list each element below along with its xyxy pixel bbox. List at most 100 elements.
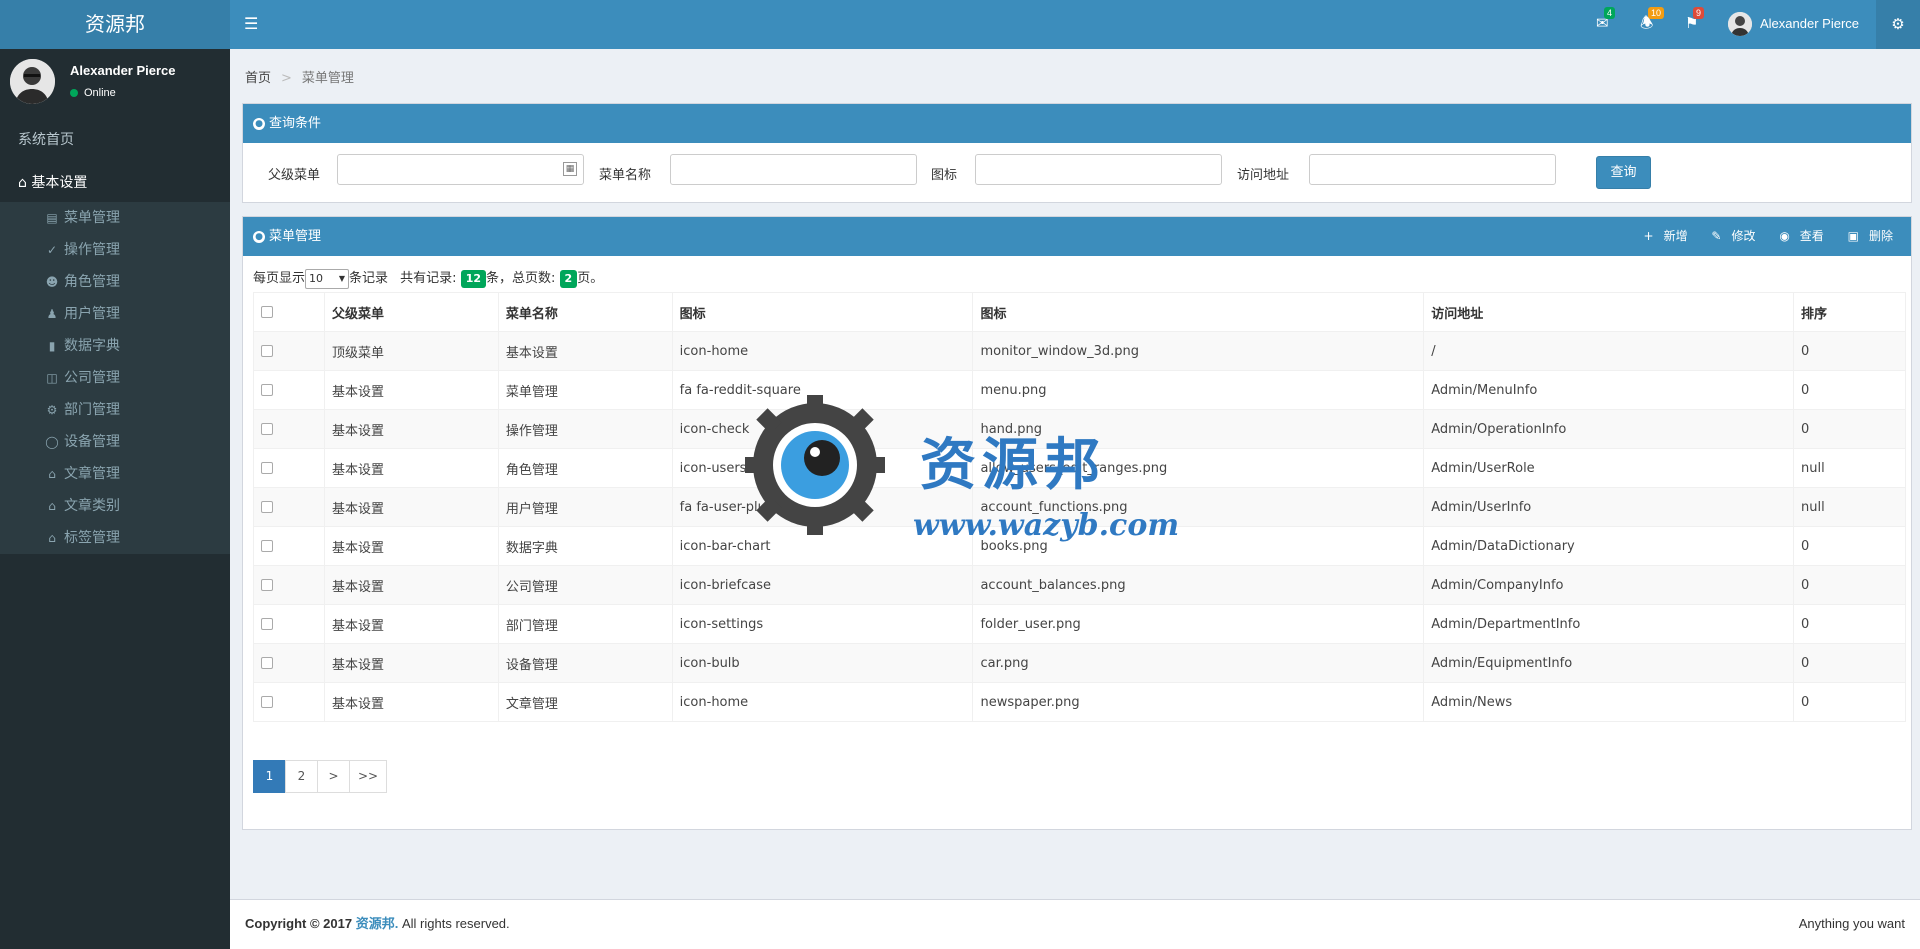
- table-cell: 0: [1793, 604, 1906, 644]
- table-cell: Admin/UserInfo: [1423, 487, 1795, 527]
- sidebar-item-data-dictionary[interactable]: ▮ 数据字典: [0, 330, 230, 362]
- icon-input[interactable]: [975, 154, 1222, 185]
- sidebar-user-status[interactable]: Online: [70, 87, 116, 99]
- table-cell: Admin/DataDictionary: [1423, 526, 1795, 566]
- row-checkbox[interactable]: [261, 462, 273, 474]
- add-button[interactable]: + 新增: [1634, 229, 1688, 243]
- notifications-menu[interactable]: 🕭 10: [1640, 7, 1665, 32]
- select-all-cell: [253, 292, 325, 332]
- column-header[interactable]: 父级菜单: [323, 292, 499, 332]
- url-input[interactable]: [1309, 154, 1556, 185]
- tasks-menu[interactable]: ⚑ 9: [1685, 7, 1705, 32]
- user-menu[interactable]: Alexander Pierce: [1728, 12, 1859, 36]
- calendar-icon[interactable]: ▦: [563, 162, 577, 176]
- breadcrumb-home[interactable]: 首页: [245, 71, 271, 86]
- sidebar-item-department-management[interactable]: ⚙ 部门管理: [0, 394, 230, 426]
- table-cell: 0: [1793, 565, 1906, 605]
- sidebar-item-user-management[interactable]: ♟ 用户管理: [0, 298, 230, 330]
- column-header[interactable]: 图标: [671, 292, 974, 332]
- table-row[interactable]: 顶级菜单 基本设置 icon-home monitor_window_3d.png/0: [253, 331, 1906, 371]
- per-page-select[interactable]: 10 ▼: [305, 268, 350, 289]
- column-header[interactable]: 访问地址: [1423, 292, 1795, 332]
- table-row[interactable]: 基本设置 角色管理 icon-users allow_users_edit_range…: [253, 448, 1906, 488]
- sidebar-item-basic-settings[interactable]: ⌂ 基本设置: [0, 163, 230, 203]
- user-panel: Alexander Pierce Online: [0, 49, 230, 119]
- table-cell: Admin/DepartmentInfo: [1423, 604, 1795, 644]
- menu-list-title: 菜单管理: [269, 229, 322, 244]
- edit-button[interactable]: ✎ 修改: [1701, 229, 1755, 243]
- table-cell: 公司管理: [497, 565, 673, 605]
- sidebar-toggle-icon[interactable]: ☰: [244, 15, 258, 33]
- row-checkbox[interactable]: [261, 657, 273, 669]
- table-row[interactable]: 基本设置 部门管理 icon-settings folder_user.png Admi…: [253, 604, 1906, 644]
- sidebar-item-home[interactable]: 系统首页: [0, 120, 230, 160]
- column-header[interactable]: 菜单名称: [497, 292, 673, 332]
- column-header[interactable]: 排序: [1793, 292, 1906, 332]
- row-checkbox[interactable]: [261, 618, 273, 630]
- row-select-cell: [253, 604, 325, 644]
- table-cell: icon-home: [671, 682, 974, 722]
- sidebar-item-role-management[interactable]: ☻ 角色管理: [0, 266, 230, 298]
- row-checkbox[interactable]: [261, 696, 273, 708]
- app-logo[interactable]: 资源邦: [0, 0, 230, 49]
- next-page-button[interactable]: >: [317, 760, 350, 793]
- delete-button[interactable]: ▣ 删除: [1838, 229, 1893, 243]
- sidebar-item-company-management[interactable]: ◫ 公司管理: [0, 362, 230, 394]
- column-header[interactable]: 图标: [972, 292, 1425, 332]
- sidebar-item-article-category[interactable]: ⌂ 文章类别: [0, 490, 230, 522]
- table-cell: monitor_window_3d.png: [972, 331, 1425, 371]
- table-cell: 基本设置: [323, 448, 499, 488]
- table-cell: Admin/News: [1423, 682, 1795, 722]
- query-button[interactable]: 查询: [1596, 156, 1651, 189]
- row-checkbox[interactable]: [261, 384, 273, 396]
- table-row[interactable]: 基本设置 数据字典 icon-bar-chart books.png Admin/Dat…: [253, 526, 1906, 566]
- view-button[interactable]: ◉ 查看: [1769, 229, 1824, 243]
- page-2-button[interactable]: 2: [285, 760, 318, 793]
- parent-menu-input[interactable]: ▦: [337, 154, 584, 185]
- avatar: [10, 59, 55, 104]
- footer-copyright: Copyright © 2017 资源邦. All rights reserve…: [245, 900, 510, 948]
- table-header-row: 父级菜单 菜单名称 图标 图标 访问地址 排序: [253, 292, 1906, 332]
- list-icon: ▤: [46, 211, 58, 225]
- sidebar-item-article-management[interactable]: ⌂ 文章管理: [0, 458, 230, 490]
- sidebar-item-equipment-management[interactable]: ◯ 设备管理: [0, 426, 230, 458]
- table-row[interactable]: 基本设置 菜单管理 fa fa-reddit-square menu.png Admin…: [253, 370, 1906, 410]
- table-row[interactable]: 基本设置 公司管理 icon-briefcase account_balances.p…: [253, 565, 1906, 605]
- notifications-badge: 10: [1648, 7, 1665, 19]
- plus-icon: +: [1643, 229, 1654, 243]
- add-label: 新增: [1663, 229, 1688, 243]
- table-cell: 设备管理: [497, 643, 673, 683]
- menu-list-box: ● 菜单管理 + 新增 ✎ 修改 ◉ 查看 ▣ 删除 每页显示 10 ▼ 条记录 共有记录: 1…: [242, 216, 1912, 830]
- sidebar-item-menu-management[interactable]: ▤ 菜单管理: [0, 202, 230, 234]
- tasks-badge: 9: [1693, 7, 1705, 19]
- select-all-checkbox[interactable]: [261, 306, 273, 318]
- row-select-cell: [253, 331, 325, 371]
- row-checkbox[interactable]: [261, 345, 273, 357]
- row-checkbox[interactable]: [261, 423, 273, 435]
- table-row[interactable]: 基本设置 文章管理 icon-home newspaper.png Admin/News…: [253, 682, 1906, 722]
- row-checkbox[interactable]: [261, 579, 273, 591]
- table-cell: 0: [1793, 526, 1906, 566]
- row-select-cell: [253, 526, 325, 566]
- table-cell: 文章管理: [497, 682, 673, 722]
- messages-menu[interactable]: ✉ 4: [1596, 7, 1616, 32]
- menu-name-input[interactable]: [670, 154, 917, 185]
- sidebar-item-tag-management[interactable]: ⌂ 标签管理: [0, 522, 230, 554]
- table-cell: hand.png: [972, 409, 1425, 449]
- table-row[interactable]: 基本设置 用户管理 fa fa-user-plus account_functions…: [253, 487, 1906, 527]
- table-cell: fa fa-reddit-square: [671, 370, 974, 410]
- table-cell: Admin/UserRole: [1423, 448, 1795, 488]
- footer-brand-link[interactable]: 资源邦.: [356, 916, 399, 931]
- sidebar-item-operation-management[interactable]: ✓ 操作管理: [0, 234, 230, 266]
- sidebar-item-label: 菜单管理: [64, 210, 120, 226]
- row-checkbox[interactable]: [261, 540, 273, 552]
- table-row[interactable]: 基本设置 设备管理 icon-bulb car.png Admin/EquipmentI…: [253, 643, 1906, 683]
- row-checkbox[interactable]: [261, 501, 273, 513]
- last-page-button[interactable]: >>: [349, 760, 387, 793]
- control-sidebar-button[interactable]: ⚙: [1876, 0, 1920, 49]
- sidebar-item-label: 基本设置: [31, 175, 88, 191]
- page-1-button[interactable]: 1: [253, 760, 286, 793]
- table-cell: 0: [1793, 370, 1906, 410]
- table-cell: 菜单管理: [497, 370, 673, 410]
- table-row[interactable]: 基本设置 操作管理 icon-check hand.png Admin/Operatio…: [253, 409, 1906, 449]
